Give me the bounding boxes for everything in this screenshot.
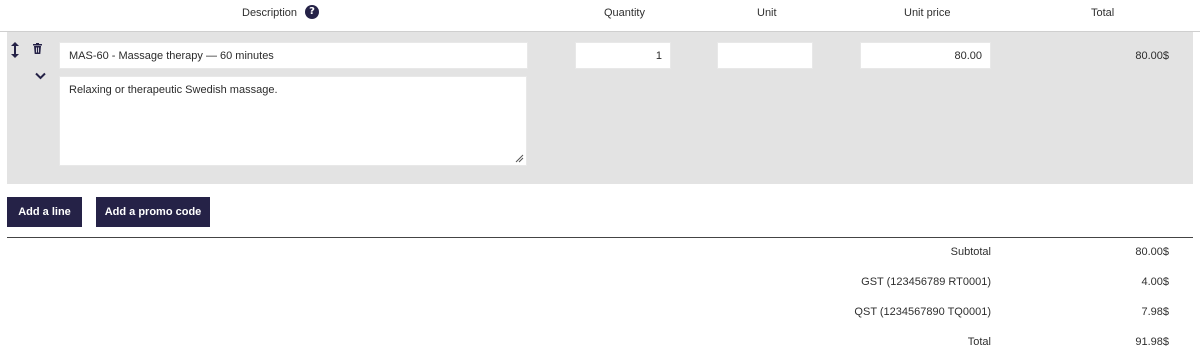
unit-input[interactable] [717, 42, 813, 69]
table-header: Description ? Quantity Unit Unit price T… [0, 0, 1200, 32]
line-description-textarea[interactable]: Relaxing or therapeutic Swedish massage. [59, 76, 527, 166]
header-description: Description [242, 7, 298, 19]
trash-icon[interactable] [33, 43, 42, 54]
line-name-input[interactable] [59, 42, 528, 69]
unit-price-input[interactable] [860, 42, 991, 69]
chevron-down-icon[interactable] [35, 72, 46, 80]
quantity-input[interactable] [575, 42, 671, 69]
subtotal-value: 80.00$ [1135, 246, 1169, 258]
gst-value: 4.00$ [1141, 276, 1169, 288]
drag-handle-icon[interactable] [10, 41, 20, 59]
resize-grip-icon[interactable] [515, 154, 524, 163]
grand-total-label: Total [967, 336, 991, 348]
grand-total-value: 91.98$ [1135, 336, 1169, 348]
summary-divider [7, 237, 1193, 238]
qst-value: 7.98$ [1141, 306, 1169, 318]
line-total: 80.00$ [1135, 50, 1169, 62]
help-icon[interactable]: ? [305, 5, 319, 19]
header-quantity: Quantity [604, 7, 645, 19]
subtotal-label: Subtotal [950, 246, 991, 258]
add-promo-code-button[interactable]: Add a promo code [96, 197, 210, 227]
add-line-button[interactable]: Add a line [7, 197, 82, 227]
line-item-row: Relaxing or therapeutic Swedish massage.… [7, 32, 1193, 184]
header-total: Total [1091, 7, 1115, 19]
gst-label: GST (123456789 RT0001) [861, 276, 991, 288]
header-unit-price: Unit price [904, 7, 951, 19]
header-unit: Unit [757, 7, 777, 19]
qst-label: QST (1234567890 TQ0001) [854, 306, 991, 318]
